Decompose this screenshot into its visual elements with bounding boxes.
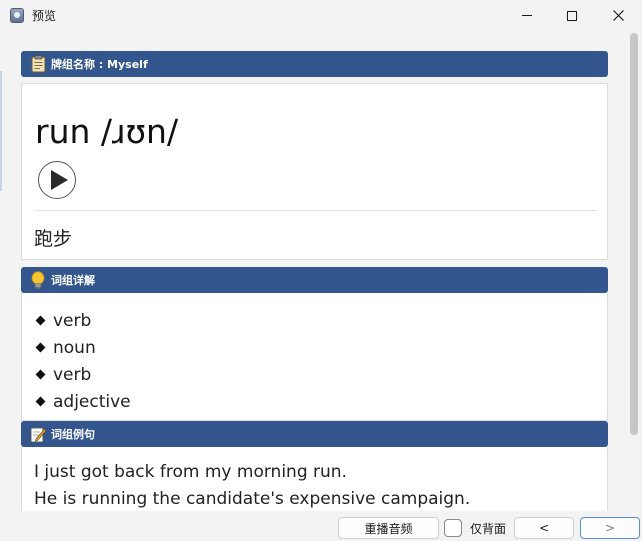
window-title: 预览 (32, 9, 57, 23)
example-sentence: I just got back from my morning run. (34, 462, 347, 482)
clipboard-icon (29, 54, 47, 74)
minimize-button[interactable] (504, 0, 550, 31)
details-header: 词组详解 (21, 267, 608, 293)
scrollbar-thumb[interactable] (630, 33, 638, 435)
list-item: adjective (35, 388, 131, 415)
part-of-speech: adjective (53, 391, 131, 412)
close-button[interactable] (595, 0, 641, 31)
examples-header: 词组例句 (21, 421, 608, 447)
pencil-note-icon (29, 424, 47, 444)
close-icon (612, 10, 624, 21)
word-pronunciation: run /ɹʊn/ (35, 112, 179, 151)
example-sentences: I just got back from my morning run. He … (34, 459, 470, 511)
minimize-icon (522, 15, 532, 16)
maximize-icon (567, 10, 577, 21)
diamond-bullet-icon (35, 396, 46, 407)
preview-content[interactable]: 牌组名称 : Myself run /ɹʊn/ 跑步 词组详解 verb nou… (0, 31, 627, 511)
maximize-button[interactable] (549, 0, 595, 31)
vertical-scrollbar[interactable] (627, 31, 642, 511)
diamond-bullet-icon (35, 315, 46, 326)
title-bar: 预览 (0, 0, 642, 31)
examples-card: I just got back from my morning run. He … (21, 447, 608, 511)
background-window-edge (0, 71, 2, 191)
part-of-speech: verb (53, 364, 92, 385)
app-icon (10, 8, 24, 23)
list-item: noun (35, 334, 131, 361)
list-item: verb (35, 361, 131, 388)
details-card: verb noun verb adjective (21, 293, 608, 421)
word-card: run /ɹʊn/ 跑步 (21, 83, 608, 260)
diamond-bullet-icon (35, 369, 46, 380)
back-only-toggle[interactable]: 仅背面 (444, 518, 506, 538)
list-item: verb (35, 307, 131, 334)
play-audio-button[interactable] (38, 161, 76, 199)
replay-audio-button[interactable]: 重播音频 (338, 517, 439, 539)
deck-header: 牌组名称 : Myself (21, 51, 608, 77)
details-header-label: 词组详解 (51, 274, 95, 287)
diamond-bullet-icon (35, 342, 46, 353)
word-meaning: 跑步 (34, 228, 73, 250)
back-only-checkbox[interactable] (444, 519, 462, 537)
deck-name-label: 牌组名称 : Myself (51, 58, 148, 71)
lightbulb-icon (29, 270, 47, 290)
previous-button[interactable]: < (514, 517, 574, 539)
part-of-speech: noun (53, 337, 96, 358)
card-divider (34, 210, 597, 211)
example-sentence: He is running the candidate's expensive … (34, 489, 471, 509)
next-button[interactable]: > (580, 517, 640, 539)
bottom-toolbar: 重播音频 仅背面 < > (0, 511, 642, 541)
part-of-speech: verb (53, 310, 92, 331)
back-only-label: 仅背面 (470, 521, 507, 536)
parts-of-speech-list: verb noun verb adjective (35, 307, 131, 415)
examples-header-label: 词组例句 (51, 428, 95, 441)
